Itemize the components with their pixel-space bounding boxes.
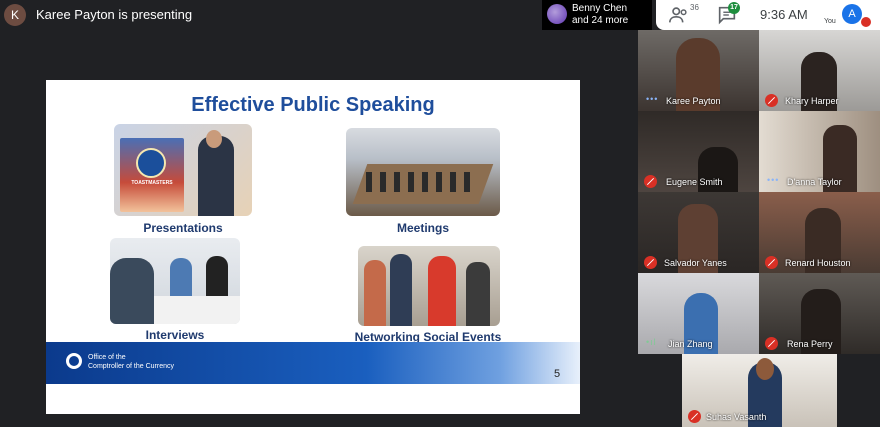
- speaker-figure: [198, 136, 234, 216]
- participant-name: Salvador Yanes: [664, 258, 727, 268]
- mic-off-icon: [644, 175, 657, 188]
- interviewer-back: [110, 258, 154, 324]
- others-line1: Benny Chen: [572, 3, 628, 14]
- slide-page-number: 5: [554, 368, 561, 380]
- caption-interviews: Interviews: [145, 328, 205, 342]
- interview-table: [154, 296, 240, 324]
- mic-off-icon: [765, 337, 778, 350]
- top-bar: K Karee Payton is presenting Benny Chen …: [0, 0, 880, 30]
- participant-grid: ••• Karee Payton Khary Harper Eugene Smi…: [638, 30, 880, 427]
- participants-preview[interactable]: Benny Chen and 24 more: [542, 0, 652, 30]
- people-count: 36: [690, 3, 699, 12]
- mic-off-icon: [765, 256, 778, 269]
- participant-tile[interactable]: Rena Perry: [759, 273, 880, 354]
- presentation-stage: Effective Public Speaking TOASTMASTERS P…: [0, 30, 636, 427]
- participant-name: Karee Payton: [666, 96, 721, 106]
- participant-name: Jian Zhang: [668, 339, 713, 349]
- chat-count-badge: 17: [728, 2, 740, 14]
- networking-photo: [358, 246, 500, 326]
- participant-tile[interactable]: Khary Harper: [759, 30, 880, 111]
- occ-name: Office of the Comptroller of the Currenc…: [88, 353, 174, 371]
- participant-tile[interactable]: ••• Karee Payton: [638, 30, 759, 111]
- meeting-controls: 36 17 9:36 AM A You: [656, 0, 880, 30]
- self-mic-off-icon: [861, 17, 871, 27]
- clock: 9:36 AM: [760, 7, 808, 22]
- others-line2: and 24 more: [572, 15, 629, 26]
- people-button[interactable]: 36: [668, 3, 699, 26]
- networker-2: [390, 254, 412, 326]
- mic-off-icon: [688, 410, 701, 423]
- participant-tile[interactable]: Eugene Smith: [638, 111, 759, 192]
- presenter-avatar: K: [4, 4, 26, 26]
- people-icon: [669, 7, 687, 23]
- participant-tile[interactable]: Salvador Yanes: [638, 192, 759, 273]
- benny-chen-avatar: [547, 4, 567, 24]
- interviewee-1: [170, 258, 192, 298]
- participant-tile[interactable]: •ıl Jian Zhang: [638, 273, 759, 354]
- presenting-label: Karee Payton is presenting: [36, 7, 193, 22]
- occ-logo-icon: [66, 353, 82, 369]
- participant-tile[interactable]: Renard Houston: [759, 192, 880, 273]
- interviewee-2: [206, 256, 228, 298]
- speaker-head: [206, 130, 222, 148]
- interviews-photo: [110, 238, 240, 324]
- meeting-people: [366, 172, 476, 192]
- toastmasters-text: TOASTMASTERS: [131, 180, 173, 186]
- speaking-indicator-icon: •••: [767, 175, 780, 185]
- toastmasters-globe: [136, 148, 166, 178]
- mic-off-icon: [644, 256, 657, 269]
- caption-meetings: Meetings: [396, 221, 449, 235]
- participant-name: D'anna Taylor: [787, 177, 842, 187]
- participant-name: Eugene Smith: [666, 177, 723, 187]
- speaking-indicator-icon: •••: [646, 94, 659, 104]
- self-label: You: [824, 18, 836, 25]
- participant-head: [756, 358, 774, 380]
- slide-title: Effective Public Speaking: [191, 94, 435, 116]
- meetings-photo: [346, 128, 500, 216]
- self-avatar[interactable]: A: [842, 4, 862, 24]
- occ-line1: Office of the: [88, 354, 126, 361]
- others-text: Benny Chen and 24 more: [572, 3, 628, 27]
- slide: Effective Public Speaking TOASTMASTERS P…: [46, 80, 580, 414]
- slide-footer: Office of the Comptroller of the Currenc…: [46, 342, 580, 384]
- participant-name: Rena Perry: [787, 339, 833, 349]
- networker-3: [428, 256, 456, 326]
- participant-tile[interactable]: Suhas Vasanth: [682, 354, 837, 427]
- mic-off-icon: [765, 94, 778, 107]
- speaking-indicator-icon: •ıl: [646, 337, 657, 347]
- participant-name: Suhas Vasanth: [706, 412, 767, 422]
- occ-line2: Comptroller of the Currency: [88, 363, 174, 370]
- caption-presentations: Presentations: [143, 221, 223, 235]
- participant-name: Khary Harper: [785, 96, 839, 106]
- participant-tile[interactable]: ••• D'anna Taylor: [759, 111, 880, 192]
- participant-name: Renard Houston: [785, 258, 851, 268]
- presentations-photo: TOASTMASTERS: [114, 124, 252, 216]
- networker-1: [364, 260, 386, 326]
- networker-4: [466, 262, 490, 326]
